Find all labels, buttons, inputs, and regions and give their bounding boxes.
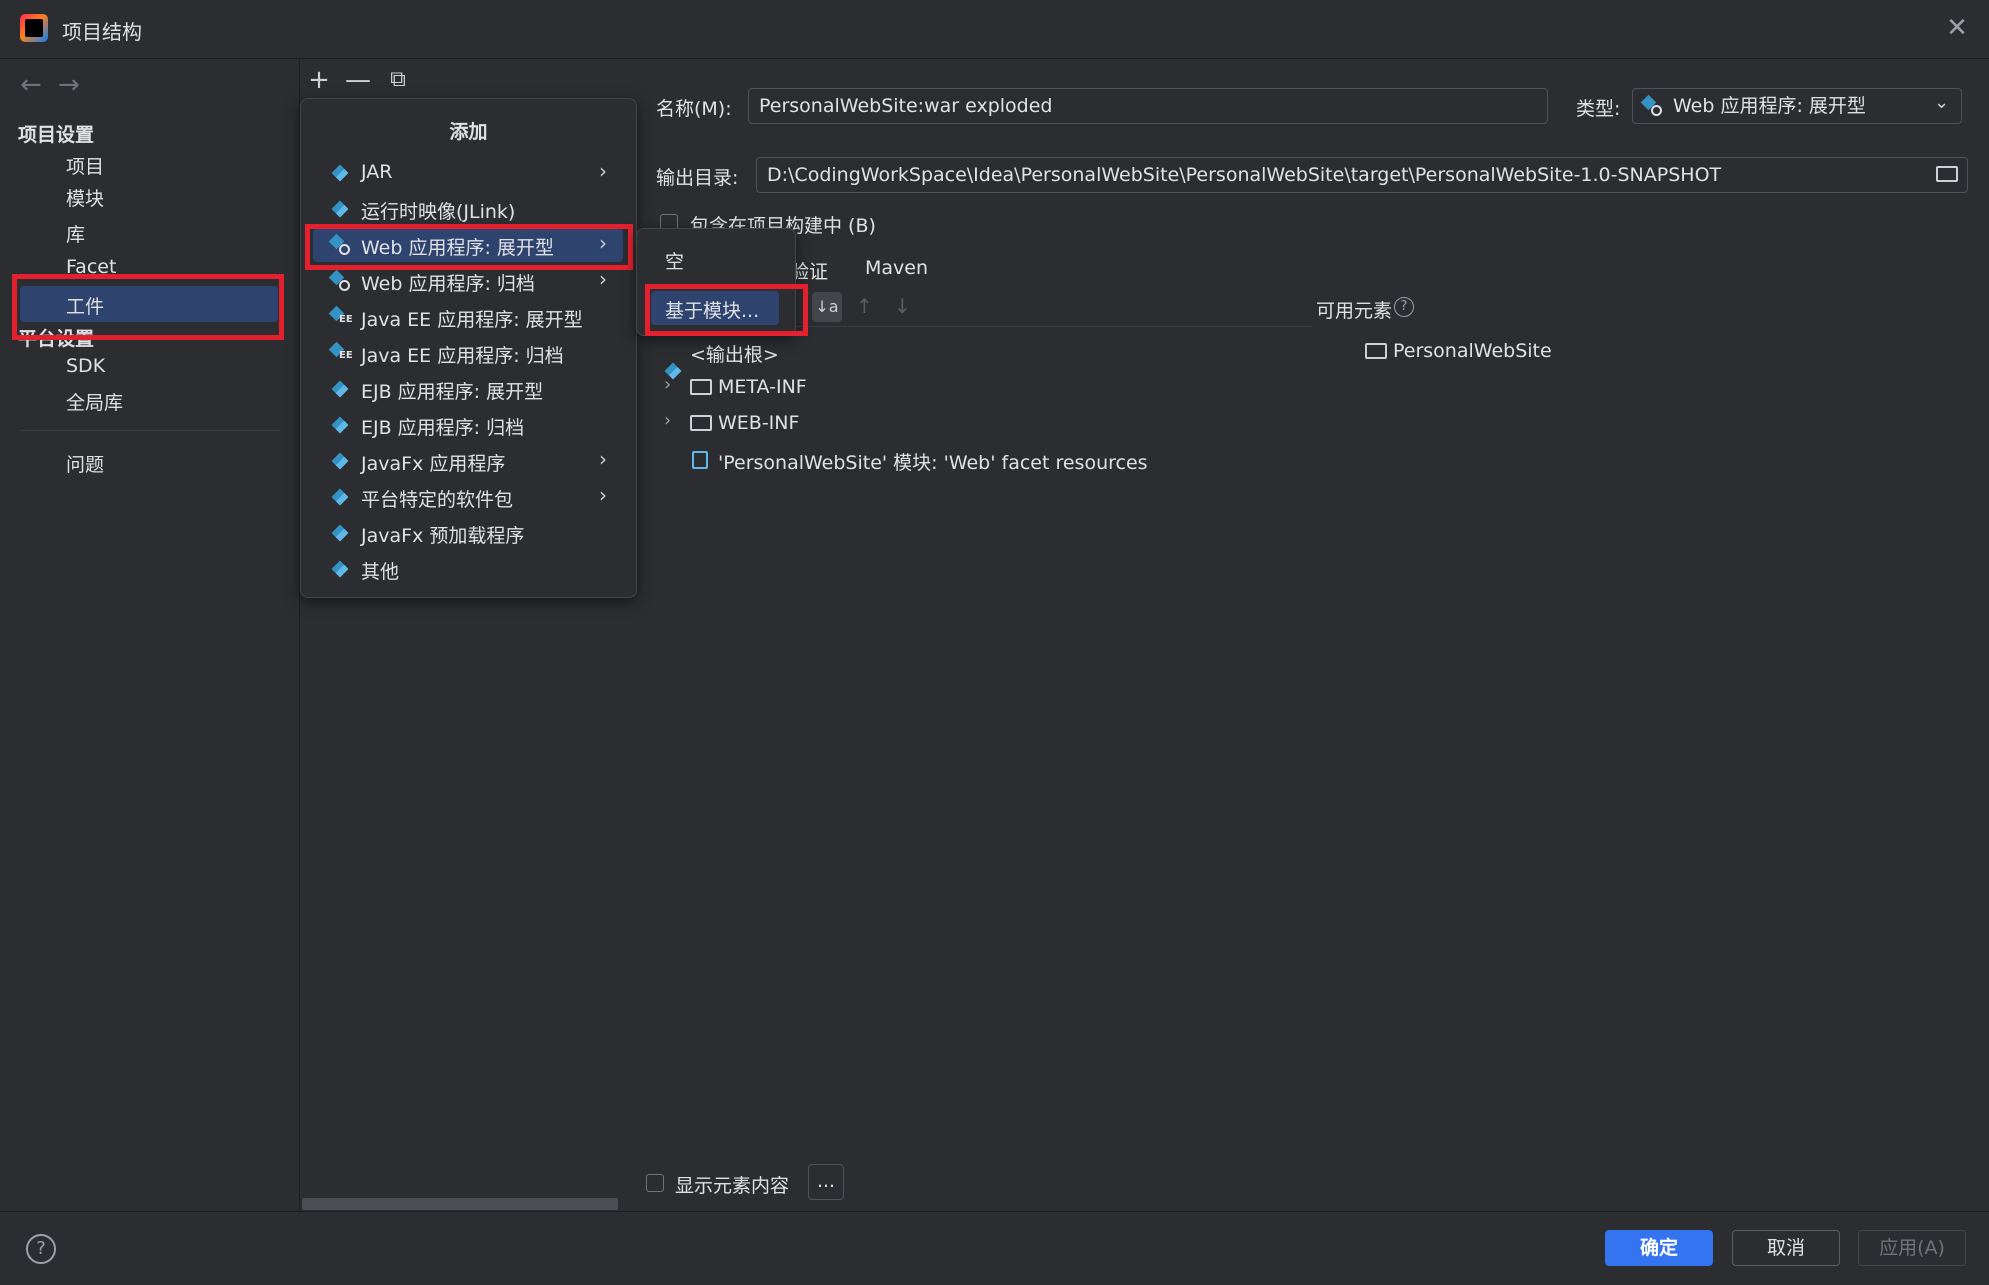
javaee-icon	[331, 308, 353, 326]
title-bar: 项目结构 ✕	[0, 0, 1989, 59]
move-down-icon[interactable]: ↓	[894, 294, 911, 318]
show-content-label: 显示元素内容	[675, 1175, 790, 1197]
show-content-checkbox[interactable]	[646, 1174, 664, 1192]
tab-maven[interactable]: Maven	[865, 257, 928, 279]
output-dir-field[interactable]	[756, 157, 1968, 193]
type-label: 类型:	[1576, 98, 1621, 120]
add-menu-title: 添加	[449, 121, 488, 143]
menu-item-jar[interactable]: JAR ›	[313, 156, 623, 190]
sidebar-item-project[interactable]: 项目	[66, 152, 104, 179]
ejb-icon	[331, 380, 349, 398]
available-elements-label: 可用元素	[1316, 300, 1393, 322]
chevron-right-icon: ›	[599, 483, 607, 507]
chevron-right-icon: ›	[599, 447, 607, 471]
folder-icon	[690, 415, 712, 431]
chevron-down-icon: ⌄	[1934, 92, 1950, 113]
move-up-icon[interactable]: ↑	[856, 294, 873, 318]
sidebar-item-global-libraries[interactable]: 全局库	[66, 388, 123, 415]
artifact-icon	[331, 488, 349, 506]
menu-item-other[interactable]: 其他	[313, 552, 623, 586]
help-circle-icon[interactable]: ?	[1394, 297, 1414, 317]
output-dir-label: 输出目录:	[656, 167, 739, 189]
chevron-right-icon: ›	[599, 159, 607, 183]
copy-icon[interactable]: ⧉	[382, 64, 414, 96]
tree-facet-resources[interactable]: 'PersonalWebSite' 模块: 'Web' facet resour…	[718, 448, 1148, 475]
cancel-button[interactable]: 取消	[1732, 1230, 1840, 1266]
menu-item-javafx-preloader[interactable]: JavaFx 预加载程序	[313, 516, 623, 550]
more-button[interactable]: ...	[808, 1164, 844, 1200]
back-arrow-icon[interactable]: ←	[20, 70, 42, 100]
sidebar-divider	[20, 430, 280, 431]
sidebar-item-problems[interactable]: 问题	[66, 450, 104, 477]
forward-arrow-icon[interactable]: →	[58, 70, 80, 100]
ok-button[interactable]: 确定	[1605, 1230, 1713, 1266]
apply-button[interactable]: 应用(A)	[1858, 1230, 1966, 1266]
highlight-box-artifacts	[12, 274, 284, 340]
name-field[interactable]	[748, 88, 1548, 124]
add-menu-popup: 添加 JAR › 运行时映像(JLink) Web 应用程序: 展开型 › We…	[300, 98, 637, 598]
javaee-icon	[331, 344, 353, 362]
type-select[interactable]: Web 应用程序: 展开型	[1632, 88, 1962, 124]
submenu-item-empty[interactable]: 空	[665, 247, 684, 274]
section-project-settings: 项目设置	[18, 124, 95, 146]
sidebar	[0, 59, 298, 1211]
sort-icon[interactable]: ↓a	[812, 292, 842, 322]
add-icon[interactable]: +	[303, 64, 335, 96]
menu-item-javaee-archive[interactable]: Java EE 应用程序: 归档	[313, 336, 623, 370]
remove-icon[interactable]: —	[342, 64, 374, 96]
web-artifact-icon	[331, 272, 350, 291]
artifact-icon	[331, 560, 349, 578]
highlight-box-web-exploded	[305, 224, 633, 270]
menu-item-ejb-exploded[interactable]: EJB 应用程序: 展开型	[313, 372, 623, 406]
artifact-icon	[331, 164, 349, 182]
window-title: 项目结构	[62, 20, 142, 44]
available-module-item[interactable]: PersonalWebSite	[1393, 340, 1552, 362]
ejb-icon	[331, 416, 349, 434]
web-artifact-icon	[1643, 97, 1663, 117]
intellij-logo-icon	[20, 14, 48, 42]
help-icon[interactable]: ?	[26, 1234, 56, 1264]
highlight-box-from-module	[645, 284, 808, 336]
expand-chevron-icon[interactable]: ›	[664, 410, 671, 431]
artifact-icon	[331, 200, 349, 218]
tree-web-inf[interactable]: WEB-INF	[718, 412, 799, 434]
module-folder-icon	[1365, 343, 1387, 359]
expand-chevron-icon[interactable]: ›	[664, 374, 671, 395]
sidebar-item-libraries[interactable]: 库	[66, 220, 85, 247]
folder-browse-icon[interactable]	[1936, 166, 1958, 182]
close-icon[interactable]: ✕	[1943, 14, 1971, 42]
tree-meta-inf[interactable]: META-INF	[718, 376, 807, 398]
menu-item-platform-package[interactable]: 平台特定的软件包 ›	[313, 480, 623, 514]
chevron-right-icon: ›	[599, 267, 607, 291]
type-select-value: Web 应用程序: 展开型	[1673, 95, 1866, 117]
tree-output-root[interactable]: <输出根>	[690, 340, 779, 367]
menu-item-jlink[interactable]: 运行时映像(JLink)	[313, 192, 623, 226]
menu-item-ejb-archive[interactable]: EJB 应用程序: 归档	[313, 408, 623, 442]
menu-item-javaee-exploded[interactable]: Java EE 应用程序: 展开型	[313, 300, 623, 334]
sidebar-item-modules[interactable]: 模块	[66, 184, 104, 211]
menu-item-javafx-app[interactable]: JavaFx 应用程序 ›	[313, 444, 623, 478]
folder-icon	[690, 379, 712, 395]
web-resources-icon	[692, 451, 708, 469]
horizontal-scrollbar[interactable]	[302, 1198, 618, 1210]
sidebar-item-sdk[interactable]: SDK	[66, 355, 105, 377]
artifact-icon	[331, 452, 349, 470]
artifact-icon	[331, 524, 349, 542]
name-label: 名称(M):	[656, 98, 732, 120]
